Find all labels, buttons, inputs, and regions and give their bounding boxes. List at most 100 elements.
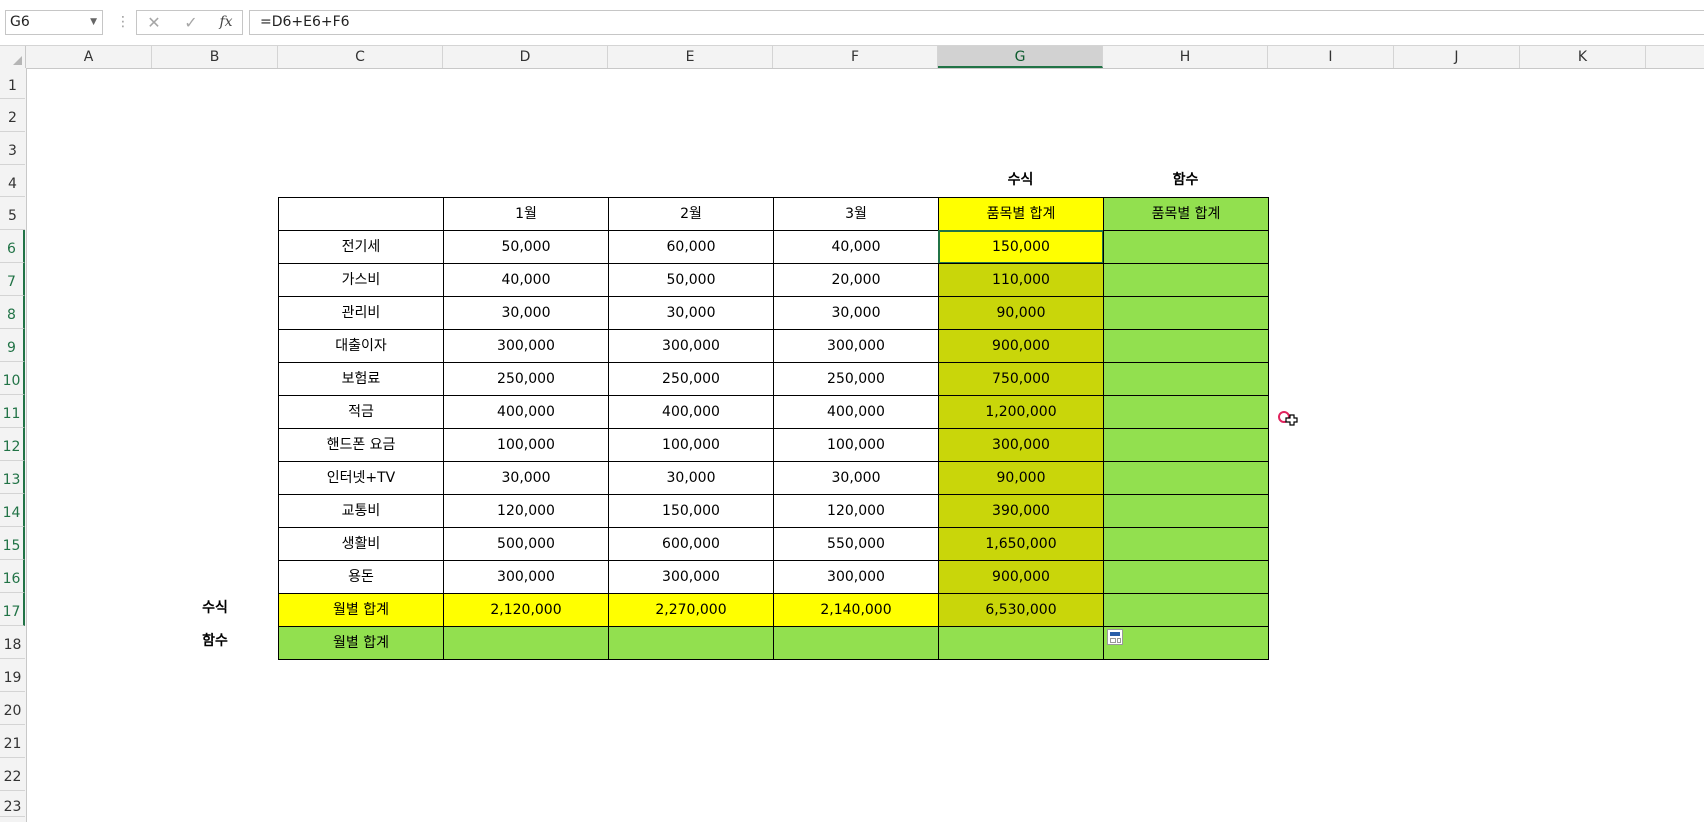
item-mar[interactable]: 30,000 [773,461,939,495]
table-header-cell[interactable]: 품목별 합계 [938,197,1104,231]
insert-function-icon[interactable]: fx [212,10,240,35]
item-total-formula[interactable]: 90,000 [938,296,1104,330]
item-total-function[interactable] [1103,560,1269,594]
function-row-label[interactable]: 함수 [152,626,278,659]
formula-row-jan[interactable]: 2,120,000 [443,593,609,627]
quick-analysis-icon[interactable] [1107,629,1123,645]
item-total-formula[interactable]: 750,000 [938,362,1104,396]
function-row-cell[interactable] [1103,626,1269,660]
item-name[interactable]: 전기세 [278,230,444,264]
column-header-g[interactable]: G [938,46,1103,68]
item-feb[interactable]: 600,000 [608,527,774,561]
function-row-name[interactable]: 월별 합계 [278,626,444,660]
item-jan[interactable]: 250,000 [443,362,609,396]
formula-row-function-total[interactable] [1103,593,1269,627]
row-header-11[interactable]: 11 [0,395,25,428]
item-total-function[interactable] [1103,230,1269,264]
item-feb[interactable]: 250,000 [608,362,774,396]
row-header-8[interactable]: 8 [0,296,25,329]
column-header-i[interactable]: I [1268,46,1394,68]
column-header-d[interactable]: D [443,46,608,68]
row-header-10[interactable]: 10 [0,362,25,395]
table-header-cell[interactable]: 품목별 합계 [1103,197,1269,231]
item-jan[interactable]: 500,000 [443,527,609,561]
item-jan[interactable]: 30,000 [443,461,609,495]
item-mar[interactable]: 250,000 [773,362,939,396]
item-feb[interactable]: 400,000 [608,395,774,429]
formula-input[interactable]: =D6+E6+F6 [249,10,1704,35]
item-total-formula[interactable]: 90,000 [938,461,1104,495]
table-header-cell[interactable]: 2월 [608,197,774,231]
column-header-c[interactable]: C [278,46,443,68]
item-name[interactable]: 인터넷+TV [278,461,444,495]
column-header-b[interactable]: B [152,46,278,68]
item-jan[interactable]: 400,000 [443,395,609,429]
item-mar[interactable]: 40,000 [773,230,939,264]
row-header-2[interactable]: 2 [0,99,25,132]
table-header-cell[interactable] [278,197,444,231]
more-options-icon[interactable]: ⋮ [116,10,130,35]
worksheet-grid[interactable]: 수식 함수 1월 2월 3월 품목별 합계 품목별 합계 전기세 50,000 60,000 40,… [26,68,1704,822]
formula-row-feb[interactable]: 2,270,000 [608,593,774,627]
item-name[interactable]: 대출이자 [278,329,444,363]
item-mar[interactable]: 400,000 [773,395,939,429]
item-total-formula[interactable]: 1,650,000 [938,527,1104,561]
item-name[interactable]: 핸드폰 요금 [278,428,444,462]
row-header-9[interactable]: 9 [0,329,25,362]
row-header-13[interactable]: 13 [0,461,25,494]
item-total-formula[interactable]: 390,000 [938,494,1104,528]
function-row-cell[interactable] [773,626,939,660]
item-name[interactable]: 교통비 [278,494,444,528]
item-total-function[interactable] [1103,329,1269,363]
function-row-cell[interactable] [443,626,609,660]
item-mar[interactable]: 100,000 [773,428,939,462]
item-name[interactable]: 보험료 [278,362,444,396]
item-mar[interactable]: 20,000 [773,263,939,297]
chevron-down-icon[interactable]: ▼ [90,11,97,34]
row-header-4[interactable]: 4 [0,165,25,197]
row-header-21[interactable]: 21 [0,725,25,758]
item-total-function[interactable] [1103,263,1269,297]
item-name[interactable]: 용돈 [278,560,444,594]
item-total-function[interactable] [1103,428,1269,462]
item-mar[interactable]: 120,000 [773,494,939,528]
item-total-formula[interactable]: 150,000 [938,230,1104,264]
row-header-23[interactable]: 23 [0,791,25,817]
function-row-cell[interactable] [608,626,774,660]
row-header-6[interactable]: 6 [0,230,25,263]
row-header-19[interactable]: 19 [0,659,25,692]
row-header-12[interactable]: 12 [0,428,25,461]
name-box[interactable]: G6 ▼ [5,10,103,35]
label-function-top[interactable]: 함수 [1103,165,1268,197]
item-jan[interactable]: 300,000 [443,560,609,594]
row-header-3[interactable]: 3 [0,132,25,165]
formula-row-mar[interactable]: 2,140,000 [773,593,939,627]
item-mar[interactable]: 30,000 [773,296,939,330]
item-feb[interactable]: 30,000 [608,296,774,330]
row-header-18[interactable]: 18 [0,626,25,659]
item-feb[interactable]: 30,000 [608,461,774,495]
column-header-e[interactable]: E [608,46,773,68]
item-mar[interactable]: 300,000 [773,560,939,594]
row-header-15[interactable]: 15 [0,527,25,560]
item-total-function[interactable] [1103,527,1269,561]
item-total-function[interactable] [1103,461,1269,495]
label-formula-top[interactable]: 수식 [938,165,1103,197]
item-total-formula[interactable]: 110,000 [938,263,1104,297]
item-name[interactable]: 생활비 [278,527,444,561]
item-jan[interactable]: 100,000 [443,428,609,462]
item-jan[interactable]: 50,000 [443,230,609,264]
item-total-formula[interactable]: 900,000 [938,329,1104,363]
column-header-j[interactable]: J [1394,46,1520,68]
item-total-function[interactable] [1103,494,1269,528]
row-header-1[interactable]: 1 [0,68,25,99]
formula-row-name[interactable]: 월별 합계 [278,593,444,627]
row-header-22[interactable]: 22 [0,758,25,791]
item-jan[interactable]: 30,000 [443,296,609,330]
enter-icon[interactable]: ✓ [177,10,205,35]
item-total-function[interactable] [1103,296,1269,330]
item-name[interactable]: 관리비 [278,296,444,330]
column-header-a[interactable]: A [26,46,152,68]
cancel-icon[interactable]: ✕ [140,10,168,35]
column-header-f[interactable]: F [773,46,938,68]
